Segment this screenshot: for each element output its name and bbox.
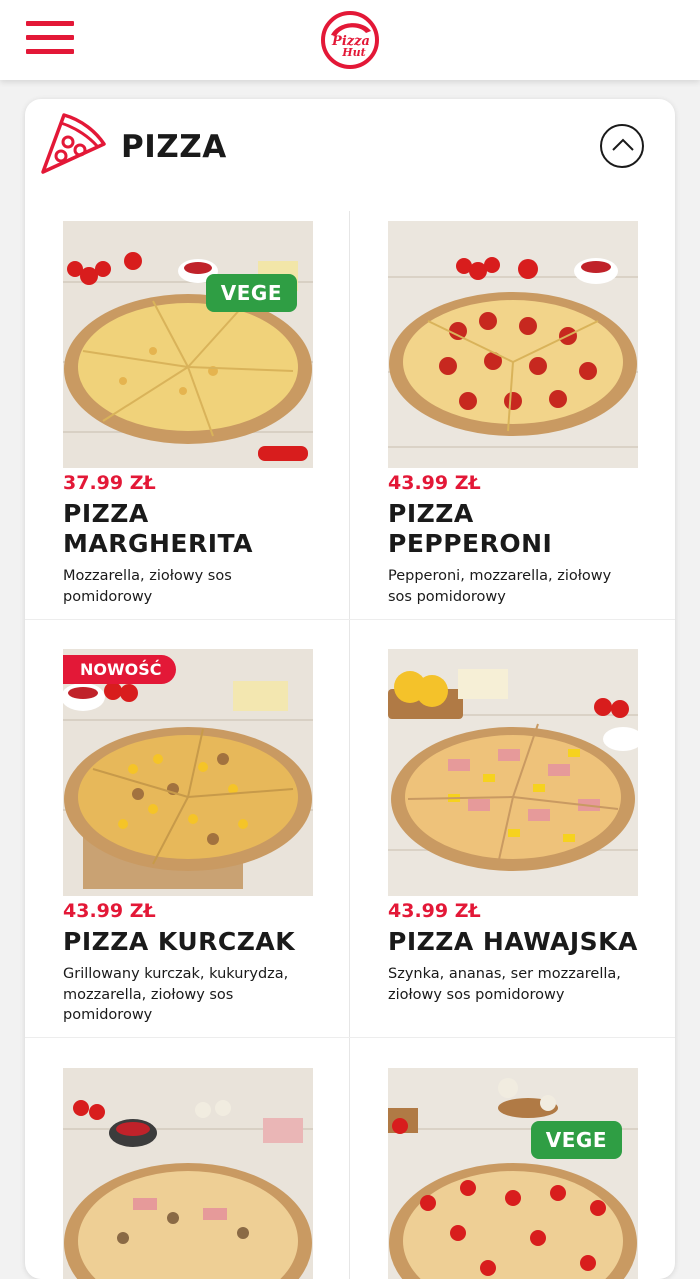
product-card-5[interactable]	[63, 1068, 313, 1279]
product-name: PIZZA PEPPERONI	[388, 499, 553, 558]
pizza-image	[63, 1068, 313, 1279]
collapse-button[interactable]	[600, 124, 644, 168]
product-card-pepperoni[interactable]: 43.99 ZŁ PIZZA PEPPERONI Pepperoni, mozz…	[388, 221, 638, 607]
column-divider	[349, 211, 350, 1279]
product-photo[interactable]	[63, 1068, 313, 1279]
pizza-slice-icon	[41, 113, 106, 174]
chevron-up-icon	[612, 138, 634, 151]
pizza-image	[63, 221, 313, 468]
product-description: Pepperoni, mozzarella, ziołowy sos pomid…	[388, 568, 612, 605]
product-card-6[interactable]: VEGE	[388, 1068, 638, 1279]
product-card-hawajska[interactable]: 43.99 ZŁ PIZZA HAWAJSKA Szynka, ananas, …	[388, 649, 638, 1005]
section-title: PIZZA	[121, 129, 227, 165]
vege-badge: VEGE	[205, 274, 297, 312]
pizza-hut-logo[interactable]: Pizza Hut	[318, 9, 382, 69]
product-photo[interactable]: NOWOŚĆ	[63, 649, 313, 896]
product-description: Grillowany kurczak, kukurydza, mozzarell…	[63, 966, 289, 1023]
product-price: 43.99 ZŁ	[63, 900, 156, 922]
product-price: 43.99 ZŁ	[388, 900, 481, 922]
logo-text-hut: Hut	[341, 46, 365, 59]
pizza-image	[388, 649, 638, 896]
product-photo[interactable]	[388, 221, 638, 468]
pizza-image	[63, 649, 313, 896]
product-name: PIZZA MARGHERITA	[63, 499, 254, 558]
row-divider	[25, 1037, 675, 1038]
vege-badge: VEGE	[530, 1121, 622, 1159]
product-photo[interactable]: VEGE	[388, 1068, 638, 1279]
row-divider	[25, 619, 675, 620]
product-card-kurczak[interactable]: NOWOŚĆ 43.99 ZŁ PIZZA KURCZAK Grillowany…	[63, 649, 313, 1026]
product-price: 37.99 ZŁ	[63, 472, 156, 494]
pizza-section-card: PIZZA VEGE 37.99 ZŁ PIZZA MARGHERITA Moz…	[25, 99, 675, 1279]
new-badge: NOWOŚĆ	[63, 655, 176, 684]
top-bar: Pizza Hut	[0, 0, 700, 80]
product-description: Szynka, ananas, ser mozzarella, ziołowy …	[388, 966, 621, 1003]
product-photo[interactable]	[388, 649, 638, 896]
pizza-image	[388, 221, 638, 468]
product-name: PIZZA KURCZAK	[63, 927, 296, 956]
product-description: Mozzarella, ziołowy sos pomidorowy	[63, 568, 232, 605]
product-photo[interactable]: VEGE	[63, 221, 313, 468]
product-card-margherita[interactable]: VEGE 37.99 ZŁ PIZZA MARGHERITA Mozzarell…	[63, 221, 313, 607]
hamburger-menu-icon[interactable]	[26, 20, 74, 56]
pizza-image	[388, 1068, 638, 1279]
product-price: 43.99 ZŁ	[388, 472, 481, 494]
product-name: PIZZA HAWAJSKA	[388, 927, 638, 956]
